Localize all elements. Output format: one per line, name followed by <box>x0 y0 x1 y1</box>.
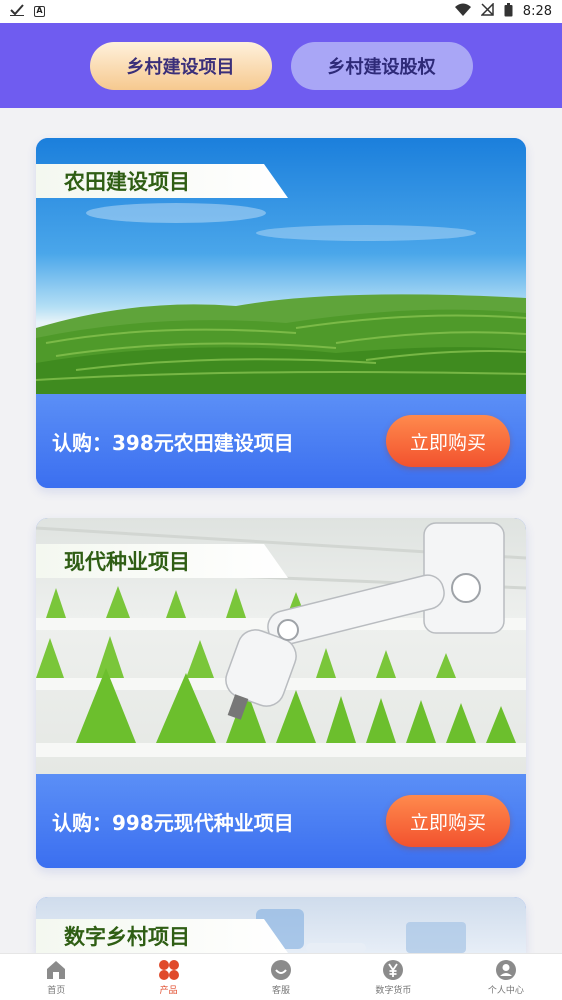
nav-label: 个人中心 <box>487 985 524 996</box>
card-title: 现代种业项目 <box>64 550 190 574</box>
project-card[interactable]: 农田建设项目 认购：398元农田建设项目 立即购买 <box>36 138 526 488</box>
customer-service-icon <box>270 959 292 981</box>
card-title-banner: 数字乡村项目 <box>36 919 288 953</box>
card-title-banner: 现代种业项目 <box>36 544 288 578</box>
home-icon <box>45 959 67 981</box>
wifi-icon <box>454 3 471 20</box>
card-title: 数字乡村项目 <box>64 925 190 949</box>
tab-rural-construction-project[interactable]: 乡村建设项目 <box>89 41 272 90</box>
tea-field-image: 农田建设项目 <box>36 138 526 394</box>
battery-icon <box>504 2 513 21</box>
bottom-nav: 首页 产品 客服 数字货币 个人中心 <box>0 953 562 1000</box>
buy-now-button[interactable]: 立即购买 <box>386 415 510 467</box>
subscribe-text: 认购：398元农田建设项目 <box>52 430 294 455</box>
digital-village-image: 数字乡村项目 <box>36 897 526 953</box>
products-icon <box>158 959 180 981</box>
tab-bar: 乡村建设项目 乡村建设股权 <box>0 23 562 108</box>
check-icon <box>10 3 24 20</box>
nav-item-profile[interactable]: 个人中心 <box>450 954 562 1000</box>
status-bar: A 8:28 <box>0 0 562 23</box>
user-icon <box>495 959 517 981</box>
nav-item-home[interactable]: 首页 <box>0 954 112 1000</box>
a-icon: A <box>34 6 45 17</box>
project-card[interactable]: 现代种业项目 认购：998元现代种业项目 立即购买 <box>36 518 526 868</box>
card-title: 农田建设项目 <box>64 170 190 194</box>
tab-rural-construction-equity[interactable]: 乡村建设股权 <box>290 41 473 90</box>
nav-label: 产品 <box>159 985 178 996</box>
nav-item-digital-currency[interactable]: 数字货币 <box>337 954 449 1000</box>
nav-item-products[interactable]: 产品 <box>112 954 224 1000</box>
greenhouse-robot-image: 现代种业项目 <box>36 518 526 774</box>
nav-label: 数字货币 <box>375 985 412 996</box>
buy-now-button[interactable]: 立即购买 <box>386 795 510 847</box>
subscribe-text: 认购：998元现代种业项目 <box>52 810 294 835</box>
app-header: A 8:28 乡村建设项目 乡村建设股权 <box>0 0 562 108</box>
no-signal-icon <box>479 2 494 20</box>
card-title-banner: 农田建设项目 <box>36 164 288 198</box>
card-footer: 认购：398元农田建设项目 立即购买 <box>36 394 526 488</box>
status-time: 8:28 <box>522 4 552 19</box>
project-card[interactable]: 数字乡村项目 <box>36 897 526 953</box>
card-footer: 认购：998元现代种业项目 立即购买 <box>36 774 526 868</box>
nav-item-customer-service[interactable]: 客服 <box>225 954 337 1000</box>
nav-label: 客服 <box>272 985 291 996</box>
nav-label: 首页 <box>47 985 66 996</box>
yuan-icon <box>382 959 404 981</box>
